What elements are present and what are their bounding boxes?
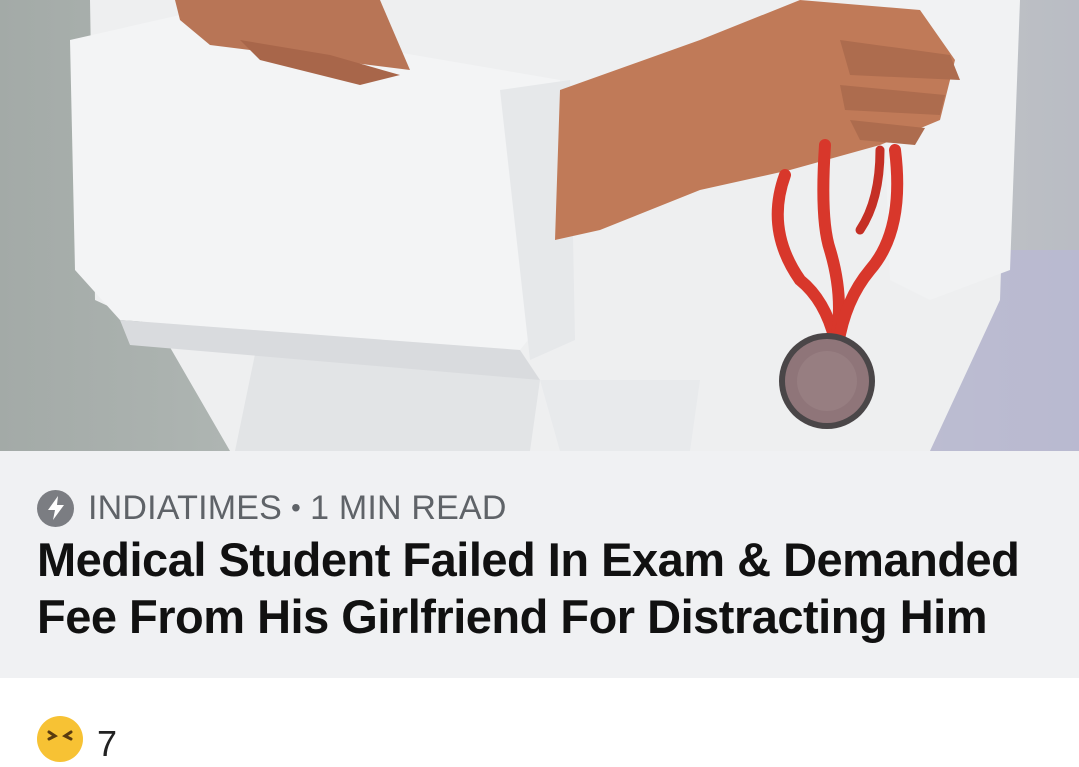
source-row: INDIATIMES • 1 MIN READ xyxy=(37,489,507,527)
separator-dot: • xyxy=(291,492,302,523)
article-meta: INDIATIMES • 1 MIN READ Medical Student … xyxy=(0,451,1079,678)
source-meta: INDIATIMES • 1 MIN READ xyxy=(88,489,507,527)
doctor-photo xyxy=(70,0,1079,451)
laughing-face-emoji xyxy=(37,716,83,762)
reactions-row[interactable]: 7 xyxy=(37,716,117,764)
amp-lightning-icon xyxy=(37,489,74,527)
news-card[interactable]: INDIATIMES • 1 MIN READ Medical Student … xyxy=(0,0,1079,678)
article-image[interactable] xyxy=(0,0,1079,451)
read-time: 1 MIN READ xyxy=(310,489,507,527)
source-name: INDIATIMES xyxy=(88,489,283,527)
article-headline[interactable]: Medical Student Failed In Exam & Demande… xyxy=(37,531,1047,645)
reaction-count: 7 xyxy=(97,723,118,764)
